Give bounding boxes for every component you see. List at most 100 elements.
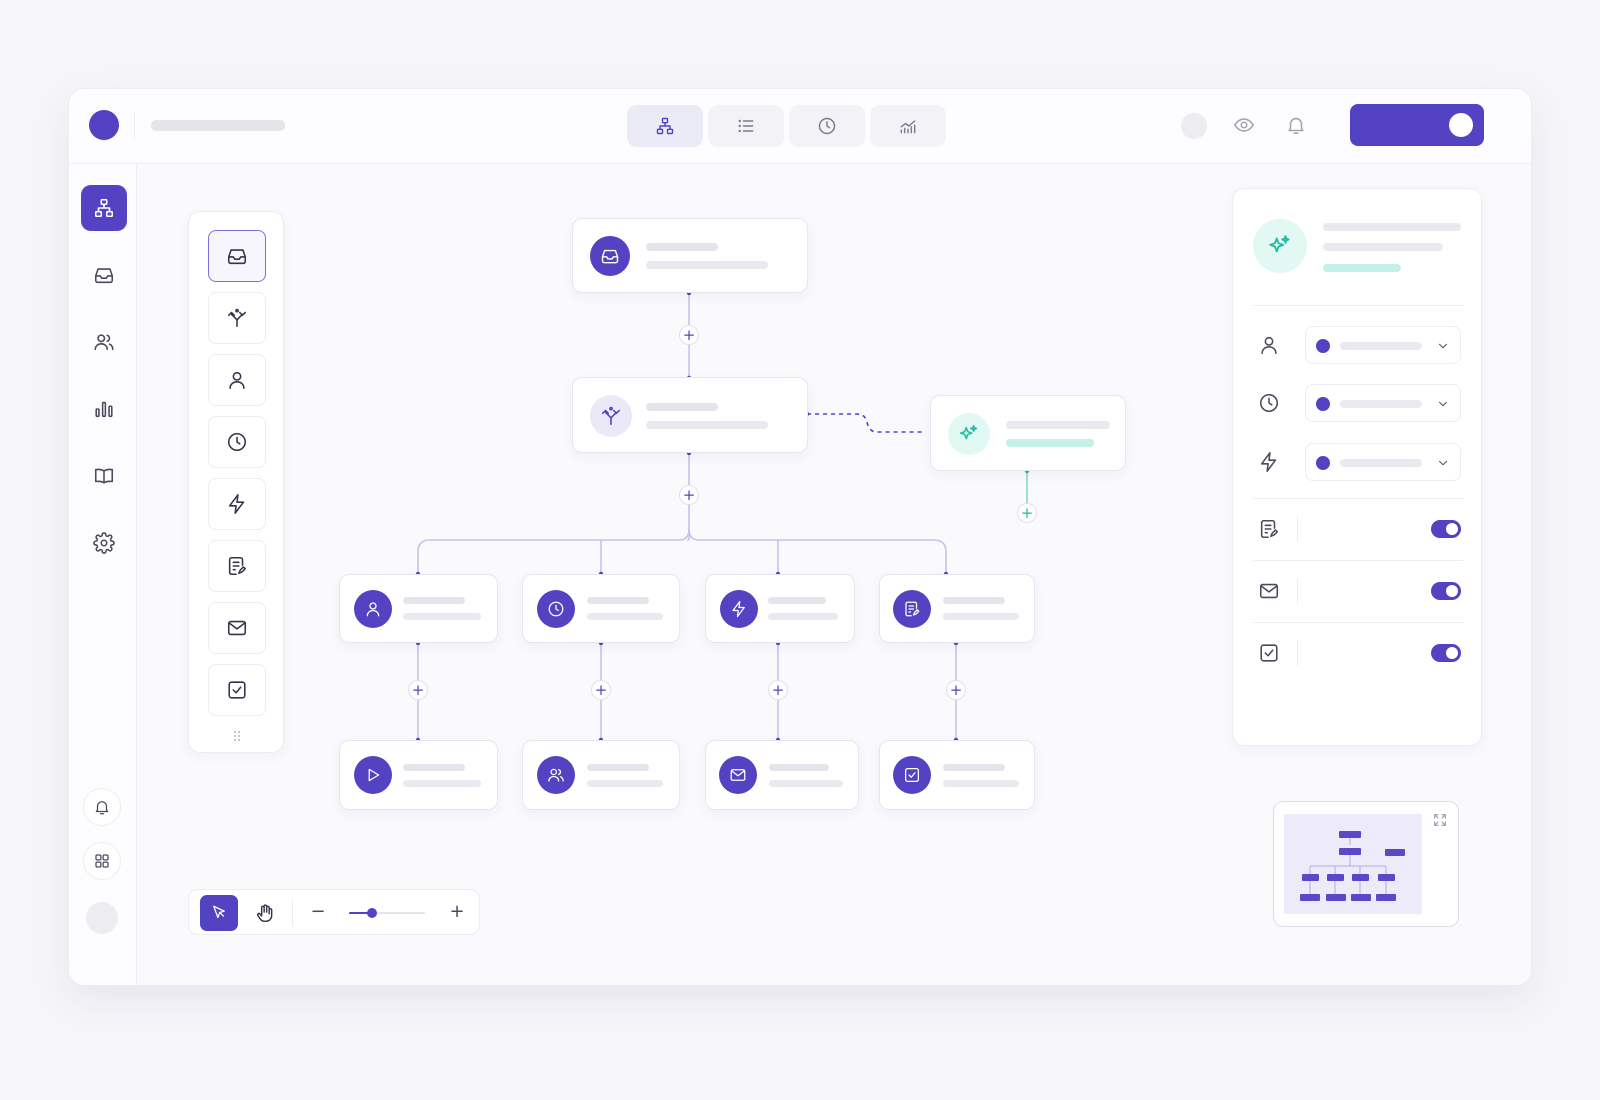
palette-item-delay[interactable] <box>208 416 266 468</box>
sparkle-icon <box>958 423 980 445</box>
zoom-in-button[interactable]: + <box>446 901 468 923</box>
sidebar-apps-button[interactable] <box>83 842 121 880</box>
sidebar-item-inbox[interactable] <box>81 252 127 298</box>
schedule-dropdown[interactable] <box>1305 384 1461 422</box>
workflow-node-team[interactable] <box>522 740 680 810</box>
sidebar-item-docs[interactable] <box>81 453 127 499</box>
pointer-tool-button[interactable] <box>200 895 238 931</box>
analytics-icon <box>898 116 918 136</box>
sidebar-user-avatar[interactable] <box>86 902 118 934</box>
workflow-node-trigger[interactable] <box>572 218 808 293</box>
workflow-node-assign[interactable] <box>339 574 498 643</box>
node-subtitle-placeholder <box>943 613 1019 620</box>
zoom-slider[interactable] <box>349 908 425 918</box>
user-avatar[interactable] <box>1181 113 1207 139</box>
sidebar-item-workflows[interactable] <box>81 185 127 231</box>
add-step-button[interactable]: + <box>591 680 611 700</box>
divider <box>1253 560 1463 561</box>
tab-list[interactable] <box>708 105 784 147</box>
palette-item-form[interactable] <box>208 540 266 592</box>
add-step-button[interactable]: + <box>679 325 699 345</box>
expand-icon <box>1432 812 1448 828</box>
minimap-node <box>1351 894 1371 901</box>
tab-history[interactable] <box>789 105 865 147</box>
add-step-button[interactable]: + <box>408 680 428 700</box>
zoom-out-button[interactable]: − <box>307 901 329 923</box>
divider <box>1253 498 1463 499</box>
app-window: + + + + + + + − + <box>68 88 1532 986</box>
sidebar-item-settings[interactable] <box>81 520 127 566</box>
workflow-node-email[interactable] <box>705 740 859 810</box>
zoom-slider-handle[interactable] <box>366 908 377 918</box>
palette-item-approval[interactable] <box>208 664 266 716</box>
minimap[interactable] <box>1273 801 1459 927</box>
node-title-placeholder <box>943 597 1005 604</box>
publish-toggle[interactable] <box>1350 104 1484 146</box>
node-subtitle-placeholder <box>646 421 768 429</box>
add-step-button[interactable]: + <box>768 680 788 700</box>
minimap-viewport[interactable] <box>1284 814 1422 914</box>
workflow-node-approve[interactable] <box>879 740 1035 810</box>
sparkle-icon <box>1267 233 1293 259</box>
approval-toggle[interactable] <box>1431 644 1461 662</box>
workflow-node-delay[interactable] <box>522 574 680 643</box>
node-subtitle-placeholder <box>769 780 843 787</box>
assignee-dropdown[interactable] <box>1305 326 1461 364</box>
add-step-button[interactable]: + <box>679 485 699 505</box>
inspector-row-icon <box>1255 577 1283 605</box>
palette-item-inbox[interactable] <box>208 230 266 282</box>
add-step-button[interactable]: + <box>946 680 966 700</box>
dropdown-color-dot <box>1316 397 1330 411</box>
workflow-node-action[interactable] <box>705 574 855 643</box>
email-toggle[interactable] <box>1431 582 1461 600</box>
inspector-status-placeholder <box>1323 264 1401 272</box>
app-logo[interactable] <box>89 110 119 140</box>
divider <box>1297 516 1298 542</box>
clock-icon <box>817 116 837 136</box>
inspector-row-icon <box>1255 331 1283 359</box>
node-subtitle-placeholder <box>403 780 481 787</box>
node-subtitle-placeholder <box>587 613 663 620</box>
sidebar <box>69 164 137 985</box>
lightning-icon <box>730 600 748 618</box>
notifications-button[interactable] <box>1285 114 1307 141</box>
node-icon-badge <box>719 756 757 794</box>
minimap-expand-button[interactable] <box>1432 812 1448 833</box>
dropdown-value-placeholder <box>1340 342 1422 350</box>
hand-tool-button[interactable] <box>246 895 284 931</box>
node-icon-badge <box>893 590 931 628</box>
workflow-title-placeholder[interactable] <box>151 120 285 131</box>
tab-analytics[interactable] <box>870 105 946 147</box>
action-dropdown[interactable] <box>1305 443 1461 481</box>
preview-button[interactable] <box>1233 114 1255 141</box>
mail-icon <box>1258 580 1280 602</box>
tab-flow[interactable] <box>627 105 703 147</box>
inspector-row-icon <box>1255 448 1283 476</box>
form-icon <box>226 555 248 577</box>
divider <box>1297 640 1298 666</box>
inspector-subtitle-placeholder <box>1323 243 1443 251</box>
node-icon-badge <box>537 756 575 794</box>
drag-handle-icon[interactable] <box>233 730 241 742</box>
minimap-node <box>1300 894 1320 901</box>
workflow-node-run[interactable] <box>339 740 498 810</box>
bell-icon <box>93 798 111 816</box>
palette-item-email[interactable] <box>208 602 266 654</box>
inbox-icon <box>600 246 620 266</box>
sidebar-item-users[interactable] <box>81 319 127 365</box>
workflow-node-split[interactable] <box>572 377 808 453</box>
palette-item-action[interactable] <box>208 478 266 530</box>
node-title-placeholder <box>403 764 465 771</box>
sidebar-item-reports[interactable] <box>81 386 127 432</box>
palette-item-user[interactable] <box>208 354 266 406</box>
add-step-button[interactable]: + <box>1017 503 1037 523</box>
sidebar-notifications-button[interactable] <box>83 788 121 826</box>
user-icon <box>364 600 382 618</box>
form-icon <box>903 600 921 618</box>
form-toggle[interactable] <box>1431 520 1461 538</box>
divider <box>1253 305 1463 306</box>
minimap-node <box>1339 848 1361 855</box>
palette-item-split[interactable] <box>208 292 266 344</box>
workflow-node-ai[interactable] <box>930 395 1126 471</box>
workflow-node-form[interactable] <box>879 574 1035 643</box>
